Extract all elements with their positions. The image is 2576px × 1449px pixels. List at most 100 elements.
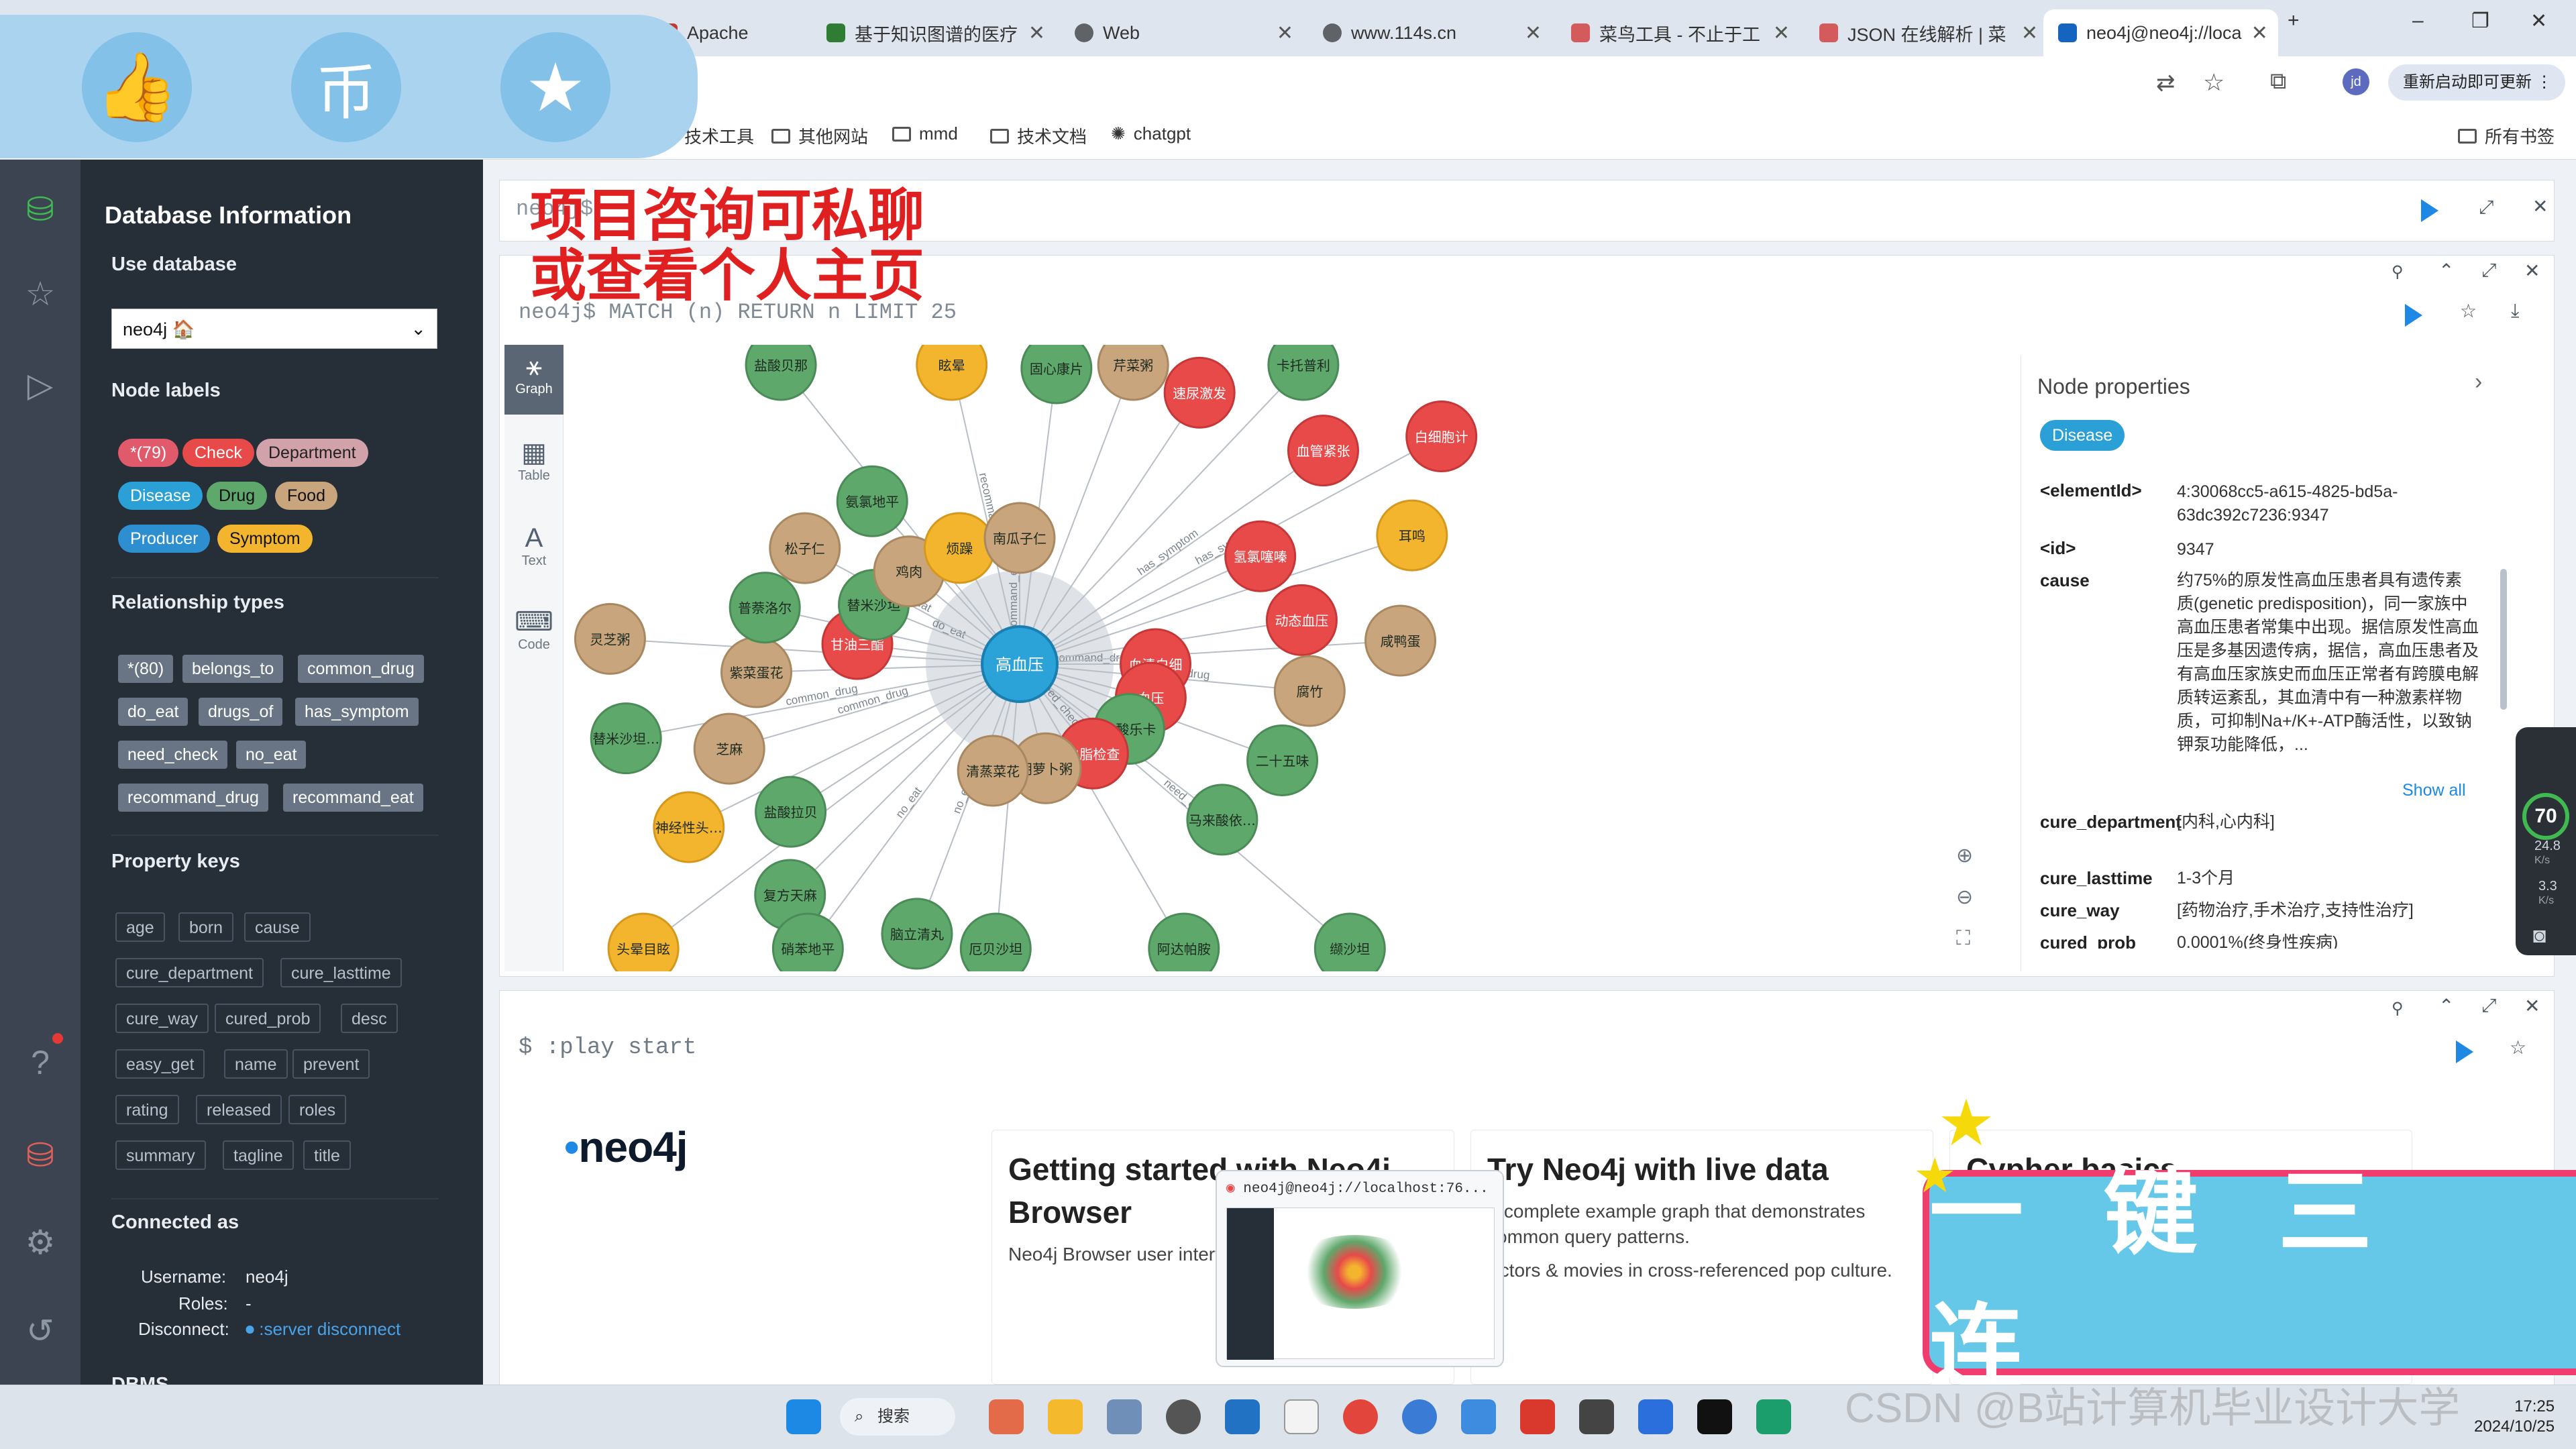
- graph-node-food[interactable]: 芝麻: [693, 712, 765, 785]
- graph-node-food[interactable]: 灵芝粥: [574, 602, 646, 675]
- graph-node-food[interactable]: 南瓜子仁: [983, 502, 1056, 574]
- bookmark-folder[interactable]: 其他网站: [771, 123, 868, 148]
- property-key[interactable]: rating: [115, 1095, 179, 1124]
- graph-edge[interactable]: [1019, 364, 1304, 665]
- browser-tab[interactable]: 菜鸟工具 - 不止于工 ✕: [1556, 9, 1805, 56]
- relationship-pill[interactable]: need_check: [118, 741, 227, 769]
- property-key[interactable]: desc: [341, 1004, 398, 1033]
- tab-table[interactable]: ▦ Table: [504, 431, 564, 500]
- app-icon[interactable]: [1579, 1399, 1614, 1434]
- graph-node-drug[interactable]: 盐酸贝那: [745, 345, 817, 401]
- server-disconnect-link[interactable]: ⏺ :server disconnect: [246, 1319, 400, 1340]
- favorites-star-icon[interactable]: ☆: [20, 274, 60, 314]
- wps-icon[interactable]: [1520, 1399, 1555, 1434]
- show-all-link[interactable]: Show all: [2402, 781, 2466, 800]
- graph-node-drug[interactable]: 马来酸依…: [1186, 784, 1258, 856]
- node-label-pill[interactable]: Department: [256, 439, 368, 467]
- extensions-icon[interactable]: ⧉: [2270, 68, 2286, 95]
- property-key[interactable]: prevent: [292, 1049, 370, 1079]
- app-icon[interactable]: [1638, 1399, 1673, 1434]
- graph-node-symptom[interactable]: 头晕目眩: [607, 912, 680, 971]
- connection-icon[interactable]: ⛁: [20, 1135, 60, 1175]
- graph-node-symptom[interactable]: 耳鸣: [1376, 499, 1448, 572]
- settings-gear-icon[interactable]: ⚙: [20, 1222, 60, 1263]
- chrome-icon[interactable]: [1343, 1399, 1378, 1434]
- graph-node-check[interactable]: 血管紧张: [1287, 415, 1359, 487]
- restore-button[interactable]: ❐: [2471, 9, 2489, 33]
- node-label-badge[interactable]: Disease: [2040, 420, 2125, 451]
- graph-canvas[interactable]: recommand_drug need_check no_eat common_dru…: [564, 345, 2019, 971]
- tab-close-icon[interactable]: ✕: [1764, 21, 1790, 45]
- database-select[interactable]: neo4j 🏠 ⌄: [111, 309, 437, 349]
- new-tab-button[interactable]: +: [2288, 9, 2300, 32]
- bookmark-folder[interactable]: 技术工具: [684, 123, 754, 148]
- browser-tab[interactable]: Web ✕: [1060, 9, 1308, 56]
- relationship-pill[interactable]: recommand_eat: [283, 784, 423, 812]
- graph-node-drug[interactable]: 替米沙坦…: [590, 702, 662, 775]
- bookmark-star-icon[interactable]: ☆: [2203, 68, 2224, 97]
- graph-node-symptom[interactable]: 烦躁: [923, 512, 996, 584]
- profile-avatar[interactable]: jd: [2343, 68, 2369, 95]
- fit-to-screen-icon[interactable]: ⛶: [1956, 927, 1970, 950]
- clear-editor-icon[interactable]: ✕: [2532, 195, 2548, 217]
- graph-node-drug[interactable]: 阿达帕胺: [1148, 912, 1220, 971]
- tab-close-icon[interactable]: ✕: [1019, 21, 1045, 45]
- graph-node-drug[interactable]: 脑立清丸: [881, 898, 953, 970]
- tab-close-icon[interactable]: ✕: [2242, 21, 2268, 45]
- graph-svg[interactable]: recommand_drugneed_checkno_eatcommon_dru…: [564, 345, 2019, 971]
- graph-node-drug[interactable]: 硝苯地平: [771, 912, 844, 971]
- guides-icon[interactable]: ▷: [20, 365, 60, 405]
- graph-node-symptom[interactable]: 神经性头…: [653, 791, 725, 863]
- tab-graph[interactable]: ⚹ Graph: [504, 345, 564, 415]
- property-key[interactable]: released: [196, 1095, 282, 1124]
- bookmark-folder[interactable]: 技术文档: [990, 123, 1087, 148]
- terminal-icon[interactable]: [1697, 1399, 1732, 1434]
- graph-node-drug[interactable]: 盐酸拉贝: [755, 775, 827, 848]
- app-icon[interactable]: [1166, 1399, 1201, 1434]
- graph-node-drug[interactable]: 缬沙坦: [1313, 912, 1386, 971]
- favorite-star-icon[interactable]: ★: [500, 32, 610, 142]
- bookmark-link[interactable]: ✺ chatgpt: [1111, 123, 1191, 144]
- translate-icon[interactable]: ⇄: [2156, 70, 2176, 97]
- tab-close-icon[interactable]: ✕: [1515, 21, 1542, 45]
- zoom-in-icon[interactable]: ⊕: [1956, 844, 1973, 867]
- collapse-up-icon[interactable]: ⌃: [2438, 995, 2454, 1017]
- node-label-pill[interactable]: Drug: [207, 482, 268, 510]
- taskbar-preview-popup[interactable]: ◉ neo4j@neo4j://localhost:76...: [1216, 1170, 1504, 1367]
- favorite-star-icon[interactable]: ☆: [2460, 300, 2477, 322]
- relationship-pill[interactable]: *(80): [118, 655, 174, 683]
- rerun-query-button[interactable]: [2405, 304, 2422, 327]
- fullscreen-icon[interactable]: ⤢: [2481, 995, 2496, 1017]
- run-query-button[interactable]: [2421, 199, 2438, 222]
- browser-tab[interactable]: www.114s.cn ✕: [1308, 9, 1556, 56]
- file-explorer-icon[interactable]: [1048, 1399, 1083, 1434]
- tab-text[interactable]: A Text: [504, 517, 564, 586]
- property-key[interactable]: cured_prob: [215, 1004, 321, 1033]
- browser-tab-active[interactable]: neo4j@neo4j://loca ✕: [2043, 9, 2278, 56]
- graph-node-check[interactable]: 速尿激发: [1163, 356, 1236, 429]
- node-label-pill[interactable]: Producer: [118, 525, 211, 553]
- all-bookmarks[interactable]: 所有书签: [2458, 123, 2555, 148]
- taskbar-search[interactable]: ⌕ 搜索: [840, 1398, 955, 1436]
- node-label-pill[interactable]: Disease: [118, 482, 203, 510]
- property-key[interactable]: title: [303, 1140, 351, 1170]
- relationship-pill[interactable]: has_symptom: [295, 698, 419, 726]
- tab-code[interactable]: ⌨ Code: [504, 600, 564, 669]
- scrollbar-thumb[interactable]: [2500, 569, 2507, 710]
- collapse-panel-icon[interactable]: ›: [2475, 369, 2482, 395]
- close-frame-icon[interactable]: ✕: [2524, 260, 2540, 282]
- about-icon[interactable]: ↺: [20, 1311, 60, 1351]
- start-menu-icon[interactable]: [786, 1399, 821, 1434]
- update-button[interactable]: 重新启动即可更新 ⋮: [2388, 64, 2565, 101]
- favorite-star-icon[interactable]: ☆: [2510, 1036, 2526, 1059]
- property-key[interactable]: born: [178, 912, 234, 942]
- close-frame-icon[interactable]: ✕: [2524, 995, 2540, 1017]
- graph-node-drug[interactable]: 氨氯地平: [836, 465, 908, 537]
- database-icon[interactable]: ⛁: [20, 189, 60, 229]
- relationship-pill[interactable]: drugs_of: [199, 698, 283, 726]
- relationship-pill[interactable]: common_drug: [298, 655, 424, 683]
- pin-icon[interactable]: ⚲: [2392, 999, 2404, 1018]
- tab-close-icon[interactable]: ✕: [2012, 21, 2038, 45]
- notepad-icon[interactable]: [1284, 1399, 1319, 1434]
- graph-node-drug[interactable]: 厄贝沙坦: [959, 912, 1032, 971]
